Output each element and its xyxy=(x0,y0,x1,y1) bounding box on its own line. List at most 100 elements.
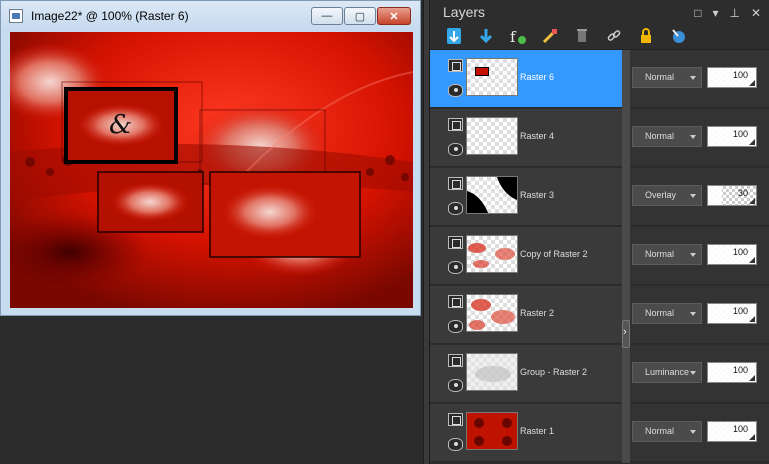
palette-resize-grip[interactable] xyxy=(622,320,630,348)
image-window[interactable]: Image22* @ 100% (Raster 6) — ▢ ✕ & xyxy=(0,0,421,316)
layer-thumbnail xyxy=(466,176,518,214)
layer-row-right: Normal 100 xyxy=(630,286,769,344)
opacity-handle-icon[interactable] xyxy=(749,80,755,86)
adjustment-layer-icon[interactable]: f xyxy=(508,26,528,46)
blend-mode-dropdown[interactable]: Normal xyxy=(632,303,702,324)
row-gap xyxy=(622,227,630,286)
row-gap xyxy=(622,168,630,227)
close-button[interactable]: ✕ xyxy=(377,7,411,25)
maximize-button[interactable]: ▢ xyxy=(344,7,376,25)
layer-thumbnail xyxy=(466,412,518,450)
new-raster-layer-icon[interactable] xyxy=(444,26,464,46)
layer-row-right: Luminance 100 xyxy=(630,345,769,403)
layer-row-right: Normal 100 xyxy=(630,109,769,167)
opacity-value: 100 xyxy=(732,247,748,257)
row-gap xyxy=(622,345,630,404)
opacity-value: 100 xyxy=(732,129,748,139)
restore-icon[interactable]: □ xyxy=(694,6,701,20)
layer-row-raster-4[interactable]: Raster 4 Normal 100 xyxy=(430,109,769,168)
visibility-eye-icon[interactable] xyxy=(448,202,463,215)
layer-row-left[interactable]: Raster 4 xyxy=(430,109,622,167)
layers-toolbar: f xyxy=(430,22,769,50)
opacity-slider[interactable]: 100 xyxy=(707,421,757,442)
visibility-eye-icon[interactable] xyxy=(448,143,463,156)
minimize-icon: — xyxy=(321,10,333,22)
layer-type-icon[interactable] xyxy=(448,177,463,190)
layer-row-raster-2[interactable]: Raster 2 Normal 100 xyxy=(430,286,769,345)
image-canvas[interactable]: & xyxy=(10,32,413,308)
layer-type-icon[interactable] xyxy=(448,354,463,367)
palette-controls: □ ▾ ⊥ ✕ xyxy=(694,6,761,20)
opacity-slider[interactable]: 100 xyxy=(707,67,757,88)
layer-row-right: Normal 100 xyxy=(630,404,769,462)
opacity-slider[interactable]: 30 xyxy=(707,185,757,206)
pin-icon[interactable]: ⊥ xyxy=(729,6,739,20)
layer-row-copy-of-raster-2[interactable]: Copy of Raster 2 Normal 100 xyxy=(430,227,769,286)
layer-thumbnail xyxy=(466,117,518,155)
blend-mode-dropdown[interactable]: Luminance xyxy=(632,362,702,383)
layer-type-icon[interactable] xyxy=(448,118,463,131)
opacity-handle-icon[interactable] xyxy=(749,139,755,145)
image-window-titlebar[interactable]: Image22* @ 100% (Raster 6) — ▢ ✕ xyxy=(1,1,420,31)
opacity-fill xyxy=(708,186,723,205)
opacity-slider[interactable]: 100 xyxy=(707,244,757,265)
minimize-button[interactable]: — xyxy=(311,7,343,25)
panel-divider[interactable] xyxy=(423,0,430,464)
mask-icon[interactable] xyxy=(540,26,560,46)
layer-row-raster-6[interactable]: Raster 6 Normal 100 xyxy=(430,50,769,109)
properties-icon[interactable] xyxy=(668,26,688,46)
opacity-handle-icon[interactable] xyxy=(749,257,755,263)
opacity-handle-icon[interactable] xyxy=(749,316,755,322)
layer-thumbnail xyxy=(466,235,518,273)
layer-type-icon[interactable] xyxy=(448,59,463,72)
canvas-ampersand: & xyxy=(109,110,133,140)
layer-type-icon[interactable] xyxy=(448,413,463,426)
visibility-eye-icon[interactable] xyxy=(448,84,463,97)
layer-name: Raster 2 xyxy=(520,308,555,318)
layer-row-group-raster-2[interactable]: Group - Raster 2 Luminance 100 xyxy=(430,345,769,404)
new-vector-layer-icon[interactable] xyxy=(476,26,496,46)
layer-row-left[interactable]: Raster 1 xyxy=(430,404,622,462)
layer-row-raster-3[interactable]: Raster 3 Overlay 30 xyxy=(430,168,769,227)
opacity-handle-icon[interactable] xyxy=(749,434,755,440)
layer-name: Raster 6 xyxy=(520,72,555,82)
visibility-eye-icon[interactable] xyxy=(448,438,463,451)
opacity-slider[interactable]: 100 xyxy=(707,362,757,383)
opacity-value: 100 xyxy=(732,306,748,316)
canvas-artwork xyxy=(10,32,413,308)
layer-row-right: Normal 100 xyxy=(630,50,769,108)
opacity-value: 100 xyxy=(732,70,748,80)
maximize-icon: ▢ xyxy=(354,10,366,23)
opacity-handle-icon[interactable] xyxy=(749,375,755,381)
layer-type-icon[interactable] xyxy=(448,236,463,249)
lock-icon[interactable] xyxy=(636,26,656,46)
visibility-eye-icon[interactable] xyxy=(448,320,463,333)
layer-row-left[interactable]: Raster 2 xyxy=(430,286,622,344)
blend-mode-dropdown[interactable]: Normal xyxy=(632,126,702,147)
layer-row-left[interactable]: Raster 3 xyxy=(430,168,622,226)
layers-title: Layers xyxy=(443,4,486,20)
layer-row-left[interactable]: Raster 6 xyxy=(430,50,622,108)
menu-icon[interactable]: ▾ xyxy=(712,6,718,20)
row-gap xyxy=(622,50,630,109)
layer-name: Raster 4 xyxy=(520,131,555,141)
layer-type-icon[interactable] xyxy=(448,295,463,308)
opacity-slider[interactable]: 100 xyxy=(707,126,757,147)
opacity-value: 30 xyxy=(737,188,748,198)
svg-text:f: f xyxy=(510,28,517,45)
opacity-handle-icon[interactable] xyxy=(749,198,755,204)
layer-row-left[interactable]: Group - Raster 2 xyxy=(430,345,622,403)
layer-row-raster-1[interactable]: Raster 1 Normal 100 xyxy=(430,404,769,463)
opacity-slider[interactable]: 100 xyxy=(707,303,757,324)
layer-name: Group - Raster 2 xyxy=(520,367,588,377)
visibility-eye-icon[interactable] xyxy=(448,379,463,392)
blend-mode-dropdown[interactable]: Overlay xyxy=(632,185,702,206)
layer-row-left[interactable]: Copy of Raster 2 xyxy=(430,227,622,285)
close-icon[interactable]: ✕ xyxy=(751,6,761,20)
blend-mode-dropdown[interactable]: Normal xyxy=(632,67,702,88)
delete-layer-icon[interactable] xyxy=(572,26,592,46)
blend-mode-dropdown[interactable]: Normal xyxy=(632,421,702,442)
link-icon[interactable] xyxy=(604,26,624,46)
visibility-eye-icon[interactable] xyxy=(448,261,463,274)
blend-mode-dropdown[interactable]: Normal xyxy=(632,244,702,265)
